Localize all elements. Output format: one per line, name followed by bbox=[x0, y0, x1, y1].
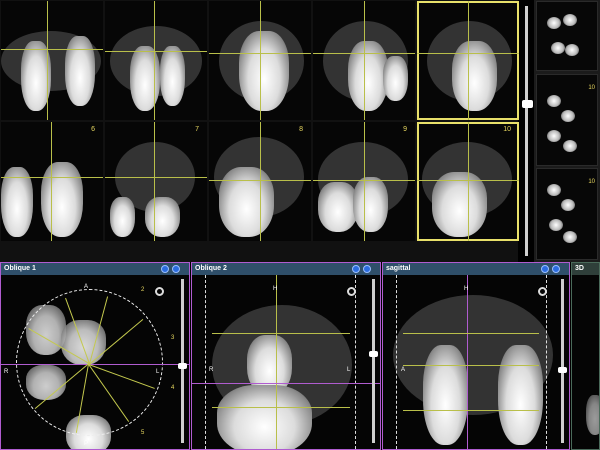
slice-number: 8 bbox=[299, 126, 303, 133]
axial-slice-grid: 6 7 8 9 10 bbox=[0, 0, 519, 262]
orientation-label-bottom: P bbox=[84, 441, 89, 447]
orientation-label-top: A bbox=[84, 284, 89, 290]
oblique1-title: Oblique 1 bbox=[4, 265, 36, 272]
sagittal-scrollbar[interactable] bbox=[561, 279, 564, 443]
ray-number: 3 bbox=[171, 335, 175, 341]
slice-cell-1[interactable] bbox=[1, 1, 103, 120]
scroll-thumb[interactable] bbox=[522, 100, 533, 108]
orientation-label-left: R bbox=[4, 369, 9, 375]
oblique1-scrollbar[interactable] bbox=[181, 279, 184, 443]
orientation-label-top: H bbox=[464, 286, 469, 292]
oblique1-panel[interactable]: Oblique 1 A L R P 2 3 4 5 bbox=[0, 262, 190, 450]
next-button-icon[interactable] bbox=[172, 265, 180, 273]
thumbnail-number: 10 bbox=[588, 179, 595, 185]
slice-cell-5[interactable] bbox=[417, 1, 519, 120]
slice-cell-7[interactable]: 7 bbox=[105, 122, 207, 241]
thumbnail-strip: 10 10 bbox=[534, 0, 600, 262]
slice-scrollbar[interactable] bbox=[520, 0, 534, 262]
oblique2-header: Oblique 2 bbox=[192, 263, 380, 275]
rotate-handle-icon[interactable] bbox=[155, 287, 164, 296]
sagittal-panel[interactable]: sagittal H A bbox=[382, 262, 570, 450]
oblique2-title: Oblique 2 bbox=[195, 265, 227, 272]
orientation-label-left: R bbox=[209, 367, 214, 373]
slice-cell-10[interactable]: 10 bbox=[417, 122, 519, 241]
thumbnail-number: 10 bbox=[588, 85, 595, 91]
slice-cell-9[interactable]: 9 bbox=[313, 122, 415, 241]
prev-button-icon[interactable] bbox=[352, 265, 360, 273]
thumbnail-item[interactable] bbox=[536, 1, 598, 71]
next-button-icon[interactable] bbox=[552, 265, 560, 273]
oblique1-viewport[interactable]: A L R P 2 3 4 5 bbox=[1, 275, 189, 449]
orientation-label-right: L bbox=[156, 369, 160, 375]
prev-button-icon[interactable] bbox=[541, 265, 549, 273]
oblique2-scroll-thumb[interactable] bbox=[369, 351, 378, 357]
view3d-panel[interactable]: 3D bbox=[571, 262, 600, 450]
sagittal-title: sagittal bbox=[386, 265, 411, 272]
view3d-viewport[interactable] bbox=[572, 275, 599, 449]
thumbnail-item[interactable]: 10 bbox=[536, 168, 598, 260]
view3d-header: 3D bbox=[572, 263, 599, 275]
oblique2-viewport[interactable]: H R L bbox=[192, 275, 380, 449]
rotate-handle-icon[interactable] bbox=[347, 287, 356, 296]
oblique1-header: Oblique 1 bbox=[1, 263, 189, 275]
rotate-handle-icon[interactable] bbox=[538, 287, 547, 296]
slice-number: 6 bbox=[91, 126, 95, 133]
sagittal-scroll-thumb[interactable] bbox=[558, 367, 567, 373]
slice-cell-6[interactable]: 6 bbox=[1, 122, 103, 241]
slice-cell-3[interactable] bbox=[209, 1, 311, 120]
view3d-title: 3D bbox=[575, 265, 584, 272]
sagittal-header: sagittal bbox=[383, 263, 569, 275]
sagittal-viewport[interactable]: H A bbox=[383, 275, 569, 449]
slice-number: 10 bbox=[503, 126, 511, 133]
orientation-label-left: A bbox=[401, 367, 406, 373]
oblique2-scrollbar[interactable] bbox=[372, 279, 375, 443]
slice-number: 7 bbox=[195, 126, 199, 133]
slice-number: 9 bbox=[403, 126, 407, 133]
prev-button-icon[interactable] bbox=[161, 265, 169, 273]
scroll-track[interactable] bbox=[525, 6, 528, 256]
orientation-label-top: H bbox=[273, 286, 278, 292]
ray-number: 2 bbox=[141, 287, 145, 293]
oblique1-scroll-thumb[interactable] bbox=[178, 363, 187, 369]
slice-cell-2[interactable] bbox=[105, 1, 207, 120]
slice-cell-8[interactable]: 8 bbox=[209, 122, 311, 241]
next-button-icon[interactable] bbox=[363, 265, 371, 273]
orientation-label-right: L bbox=[347, 367, 351, 373]
ray-number: 4 bbox=[171, 385, 175, 391]
slice-cell-4[interactable] bbox=[313, 1, 415, 120]
ray-number: 5 bbox=[141, 430, 145, 436]
oblique2-panel[interactable]: Oblique 2 H R L bbox=[191, 262, 381, 450]
thumbnail-item[interactable]: 10 bbox=[536, 74, 598, 166]
